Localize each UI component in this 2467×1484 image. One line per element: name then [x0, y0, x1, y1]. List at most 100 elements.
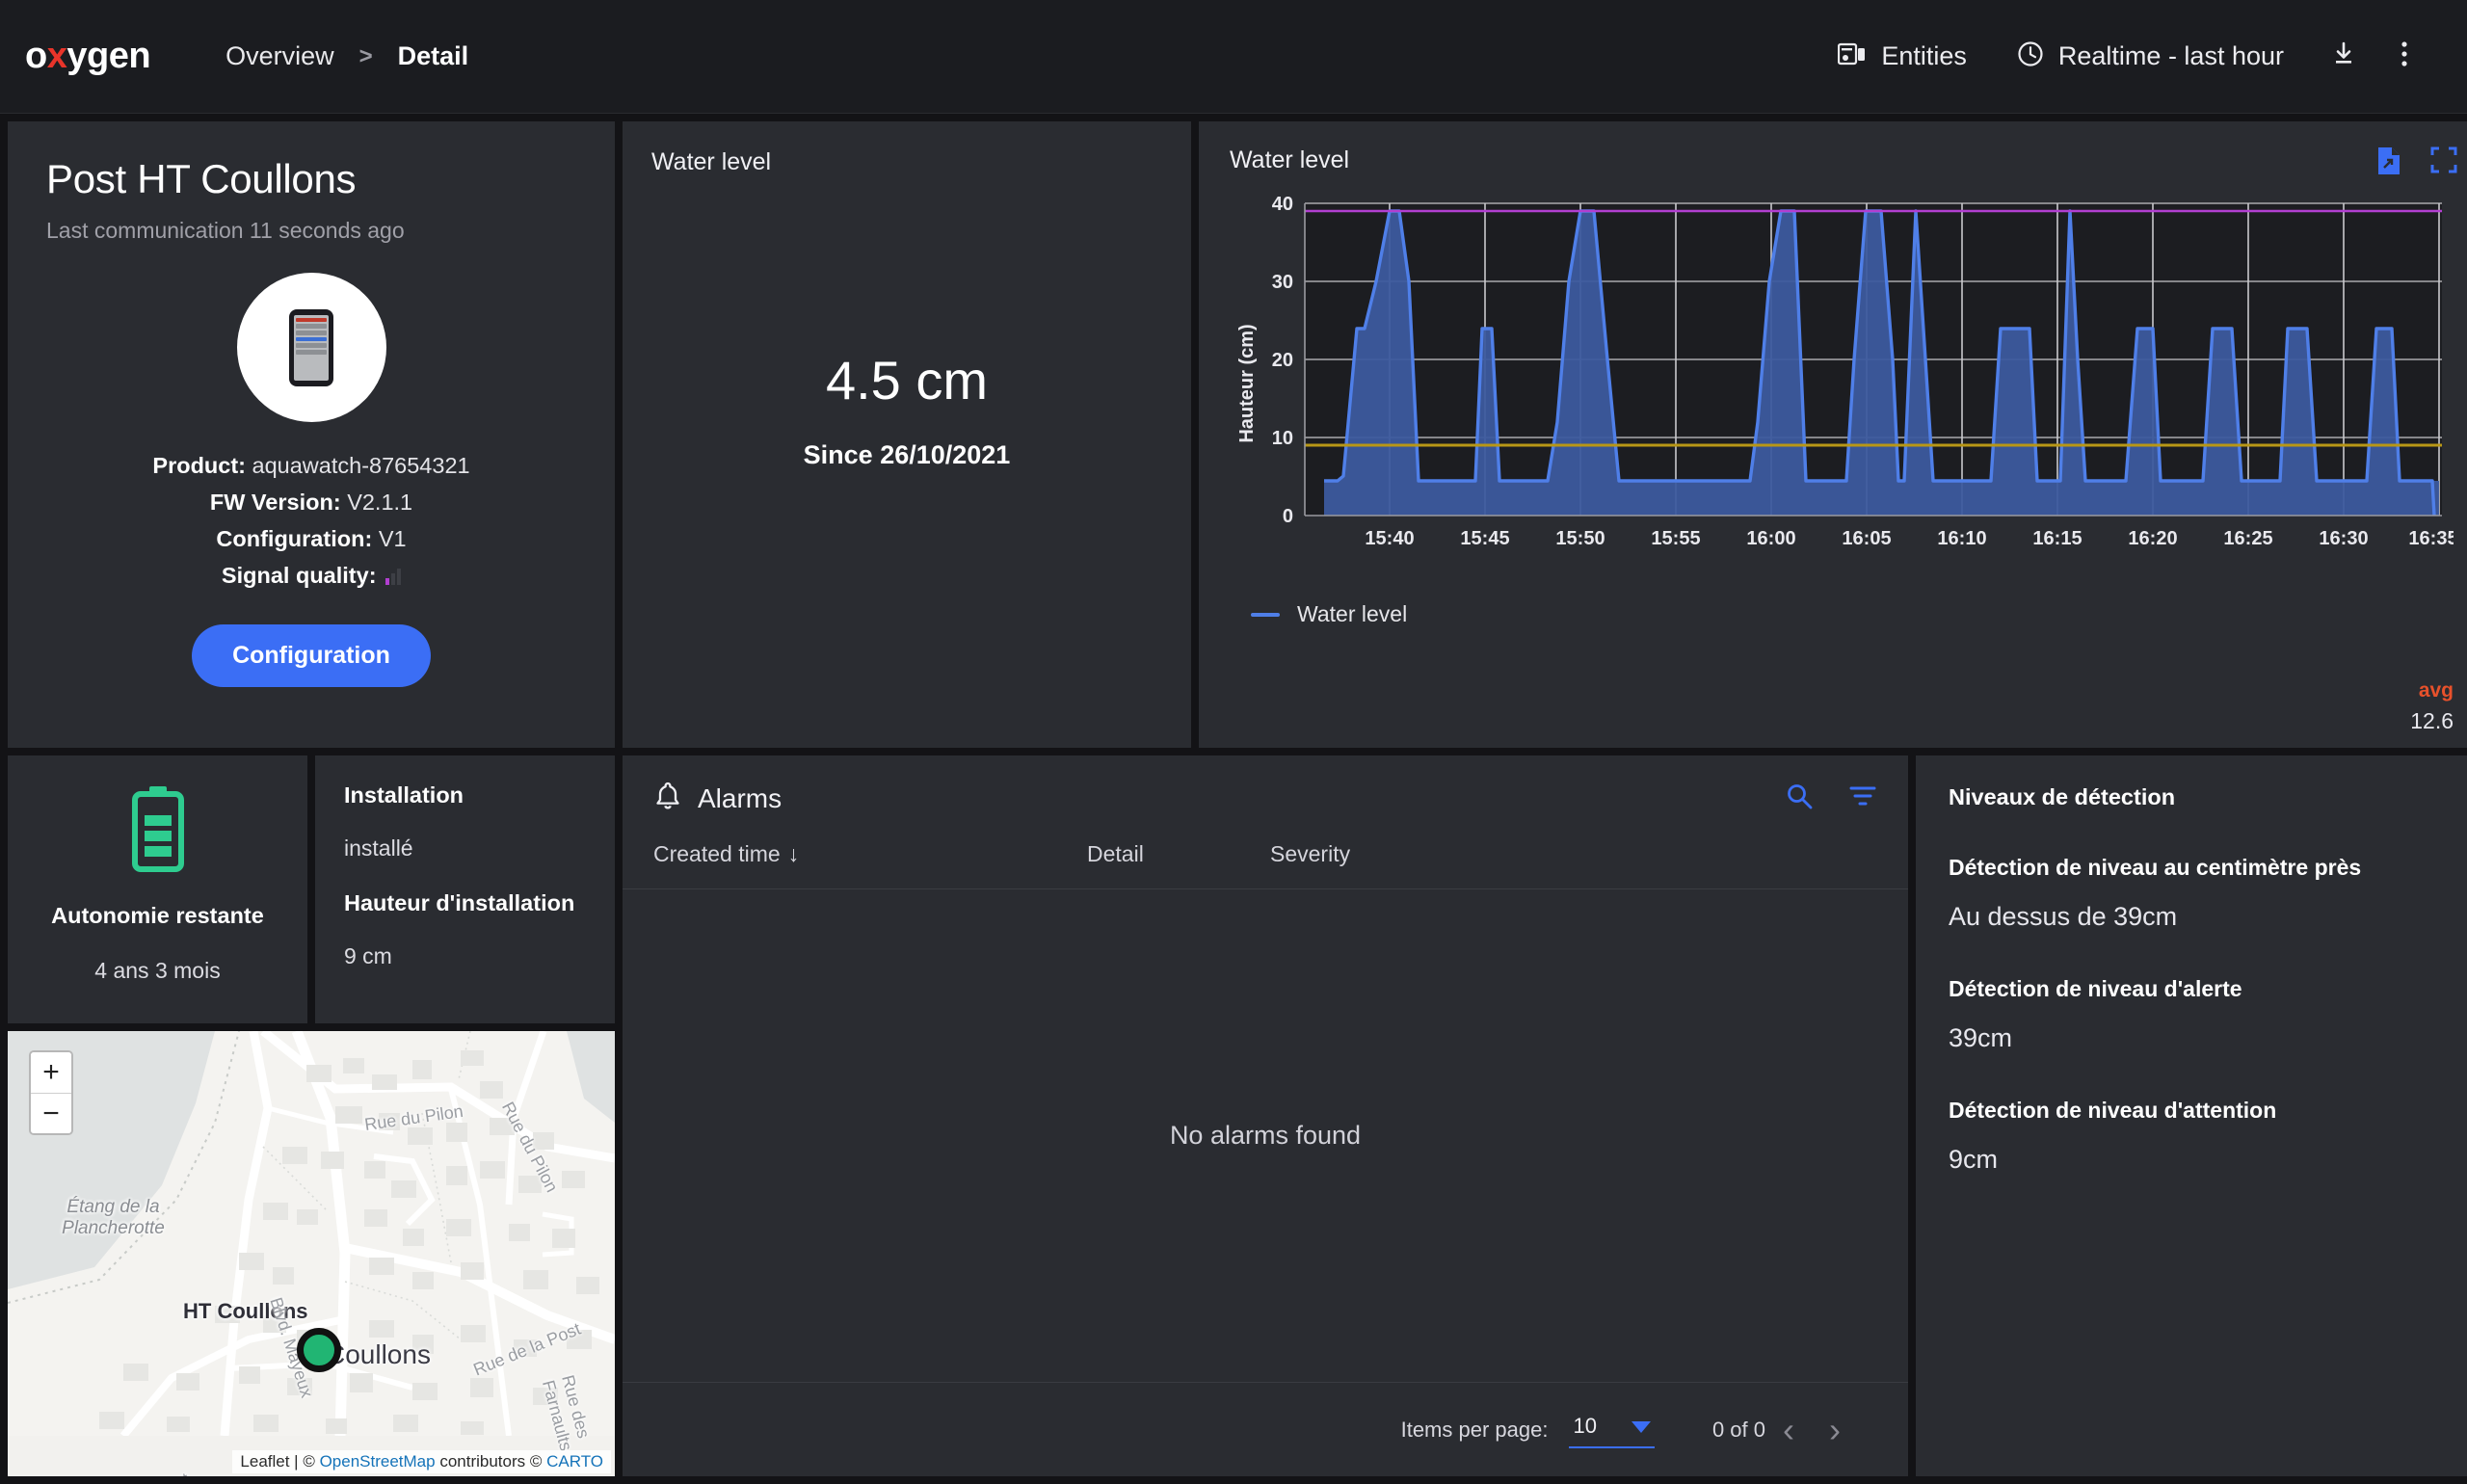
pagination-range: 0 of 0: [1711, 1417, 1765, 1442]
entities-label: Entities: [1881, 41, 1967, 70]
installation-title: Installation: [344, 782, 464, 808]
attribution-prefix: Leaflet | ©: [240, 1452, 320, 1471]
realtime-label: Realtime - last hour: [2057, 41, 2284, 70]
chart-title: Water level: [1230, 146, 1350, 173]
alarms-actions: [1785, 782, 1877, 815]
next-page-button[interactable]: ›: [1812, 1410, 1858, 1450]
alarms-table-header: Created time ↓ Detail Severity: [623, 816, 1908, 889]
top-bar: oxygen Overview > Detail Entities Realti…: [0, 0, 2467, 114]
attention-level-label: Détection de niveau d'attention: [1949, 1098, 2277, 1123]
map-zoom-controls[interactable]: + −: [29, 1050, 73, 1135]
left-column: Post HT Coullons Last communication 11 s…: [8, 121, 615, 1476]
fw-label: FW Version:: [209, 490, 341, 515]
breadcrumb-overview[interactable]: Overview: [225, 41, 334, 71]
search-icon[interactable]: [1785, 782, 1814, 815]
svg-text:20: 20: [1272, 350, 1293, 371]
app-root: oxygen Overview > Detail Entities Realti…: [0, 0, 2467, 1484]
chart-legend[interactable]: Water level: [1230, 601, 2454, 627]
map-zoom-out-button[interactable]: −: [31, 1093, 71, 1133]
attribution-osm-link[interactable]: OpenStreetMap: [320, 1452, 436, 1471]
lower-row: Alarms Created time ↓ Detail Severity No…: [623, 755, 2467, 1476]
top-cards-row: Water level 4.5 cm Since 26/10/2021 Wate…: [623, 121, 2467, 748]
filter-icon[interactable]: [1848, 783, 1877, 813]
installation-height-label: Hauteur d'installation: [344, 890, 575, 915]
entities-button[interactable]: Entities: [1813, 41, 1992, 71]
product-row: Product: aquawatch-87654321: [46, 447, 576, 484]
alert-level-label: Détection de niveau d'alerte: [1949, 976, 2242, 1001]
items-per-page-label: Items per page:: [1400, 1417, 1549, 1442]
installation-status: installé: [344, 835, 413, 861]
product-value: aquawatch-87654321: [252, 453, 470, 478]
detection-levels-card: Niveaux de détection Détection de niveau…: [1916, 755, 2467, 1476]
alarms-header: Alarms: [623, 755, 1908, 816]
svg-text:0: 0: [1283, 506, 1293, 527]
configuration-label: Configuration:: [216, 526, 373, 551]
map-zoom-in-button[interactable]: +: [31, 1052, 71, 1093]
signal-label: Signal quality:: [221, 563, 377, 588]
signal-row: Signal quality:: [46, 557, 576, 594]
column-label-created-time: Created time: [653, 841, 781, 866]
alarms-table-body: No alarms found: [623, 889, 1908, 1382]
fullscreen-icon[interactable]: [2430, 146, 2457, 180]
configuration-button[interactable]: Configuration: [192, 624, 431, 687]
installation-card: Installation installé Hauteur d'installa…: [315, 755, 615, 1023]
svg-text:16:20: 16:20: [2128, 528, 2177, 549]
battery-installation-row: Autonomie restante 4 ans 3 mois Installa…: [8, 755, 615, 1023]
attribution-mid: contributors ©: [435, 1452, 547, 1471]
svg-text:30: 30: [1272, 272, 1293, 293]
water-level-chart-card: Water level Hauteur (cm) 40 30 20 10 0 1…: [1199, 121, 2467, 748]
configuration-value: V1: [378, 526, 407, 551]
svg-text:10: 10: [1272, 428, 1293, 449]
detection-precision-label: Détection de niveau au centimètre près: [1949, 855, 2362, 880]
installation-height-value: 9 cm: [344, 943, 392, 968]
download-icon: [2330, 40, 2357, 72]
device-photo-screen: [294, 314, 329, 381]
attribution-carto-link[interactable]: CARTO: [546, 1452, 603, 1471]
location-map[interactable]: + − Étang de la Plancherotte HT Coullons…: [8, 1031, 615, 1476]
chart-plot-area[interactable]: Hauteur (cm) 40 30 20 10 0 15:40 15:45 1…: [1230, 186, 2458, 596]
column-header-severity[interactable]: Severity: [1270, 841, 1350, 867]
water-level-value-card: Water level 4.5 cm Since 26/10/2021: [623, 121, 1191, 748]
battery-card: Autonomie restante 4 ans 3 mois: [8, 755, 307, 1023]
map-location-marker[interactable]: [297, 1328, 341, 1372]
column-header-detail[interactable]: Detail: [1087, 841, 1270, 867]
main-column: Water level 4.5 cm Since 26/10/2021 Wate…: [623, 121, 2467, 1476]
svg-text:15:55: 15:55: [1651, 528, 1700, 549]
legend-label: Water level: [1297, 601, 1408, 626]
product-label: Product:: [152, 453, 246, 478]
previous-page-button[interactable]: ‹: [1765, 1410, 1812, 1450]
battery-value: 4 ans 3 mois: [94, 958, 221, 983]
page-title: Post HT Coullons: [46, 156, 357, 201]
attention-level-value: 9cm: [1949, 1145, 1999, 1174]
realtime-selector[interactable]: Realtime - last hour: [1992, 40, 2309, 72]
items-per-page-select[interactable]: 10: [1569, 1412, 1655, 1448]
alarms-paginator: Items per page: 10 0 of 0 ‹ ›: [623, 1382, 1908, 1476]
water-level-area-chart: Hauteur (cm) 4030 2010 0 15:40 15:45 15:…: [1236, 194, 2458, 549]
logo-part-2: ygen: [66, 36, 151, 76]
download-button[interactable]: [2309, 40, 2378, 72]
column-header-created-time[interactable]: Created time ↓: [653, 841, 1087, 867]
alarms-title: Alarms: [698, 782, 783, 813]
device-photo-icon: [289, 308, 333, 386]
svg-text:16:35: 16:35: [2408, 528, 2454, 549]
chart-avg-summary: avg 12.6: [2410, 679, 2454, 734]
water-level-value-title: Water level: [651, 148, 772, 175]
clock-icon: [2017, 40, 2044, 72]
entities-icon: [1838, 41, 1867, 71]
logo-x: x: [46, 36, 67, 76]
fw-value: V2.1.1: [347, 490, 413, 515]
legend-color-swatch: [1251, 612, 1280, 617]
avg-value: 12.6: [2410, 708, 2454, 733]
export-file-icon[interactable]: [2376, 146, 2401, 180]
alert-level-value: 39cm: [1949, 1023, 2013, 1052]
device-info-card: Post HT Coullons Last communication 11 s…: [8, 121, 615, 748]
map-label-pond: Étang de la Plancherotte: [62, 1197, 165, 1238]
breadcrumb-detail[interactable]: Detail: [398, 41, 469, 71]
battery-title: Autonomie restante: [51, 903, 264, 928]
water-level-since: Since 26/10/2021: [803, 440, 1011, 469]
sort-descending-icon: ↓: [787, 841, 800, 866]
svg-text:40: 40: [1272, 194, 1293, 215]
more-menu-button[interactable]: [2378, 40, 2430, 73]
water-level-value: 4.5 cm: [825, 350, 989, 411]
app-logo[interactable]: oxygen: [25, 36, 151, 77]
